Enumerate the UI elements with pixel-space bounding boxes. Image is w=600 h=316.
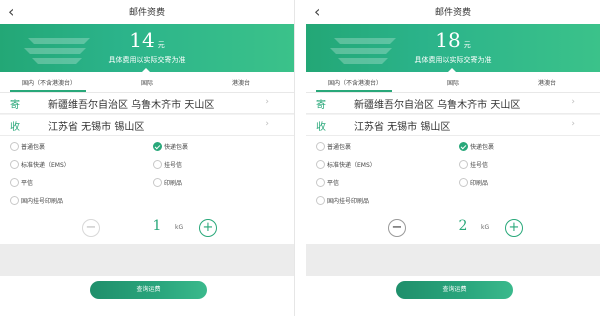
increase-button[interactable]: + [199, 219, 217, 237]
increase-button[interactable]: + [505, 219, 523, 237]
footer-bar: 查询运费 [0, 276, 294, 316]
chevron-right-icon: › [571, 97, 575, 107]
price-unit: 元 [463, 41, 471, 49]
weight-stepper: − 1 kG + [0, 212, 294, 244]
weight-stepper: − 2 kG + [306, 212, 600, 244]
footer-bar: 查询运费 [306, 276, 600, 316]
receiver-address-row[interactable]: 收 江苏省 无锡市 锡山区 › [0, 115, 294, 136]
tab-hk-macao-taiwan[interactable]: 港澳台 [538, 78, 556, 87]
receiver-tag: 收 [10, 122, 20, 133]
tab-domestic[interactable]: 国内（不含港澳台） [328, 78, 382, 87]
tab-international[interactable]: 国际 [141, 78, 153, 87]
fee-panel-left: ‹ 邮件资费 14 元 具体费用以实际交寄为准 国内（不含港澳台） 国际 港澳台 … [0, 0, 295, 316]
radio-icon [10, 178, 19, 187]
chevron-right-icon: › [265, 97, 269, 107]
tab-international[interactable]: 国际 [447, 78, 459, 87]
radio-icon [153, 178, 162, 187]
top-bar: ‹ 邮件资费 [306, 0, 600, 24]
mail-type-options: 普通包裹 快递包裹 标准快递（EMS） 挂号信 平信 印刷品 国内挂号印刷品 [0, 136, 294, 212]
query-fee-button[interactable]: 查询运费 [90, 281, 207, 299]
price-banner: 14 元 具体费用以实际交寄为准 [0, 24, 294, 72]
spacer [306, 244, 600, 276]
radio-icon [316, 178, 325, 187]
chevron-right-icon: › [571, 119, 575, 129]
page-title: 邮件资费 [434, 8, 471, 18]
price-banner: 18 元 具体费用以实际交寄为准 [306, 24, 600, 72]
price-value: 18 [435, 28, 461, 52]
radio-icon [316, 160, 325, 169]
page-title: 邮件资费 [128, 8, 165, 18]
radio-icon [459, 178, 468, 187]
active-tab-indicator [10, 90, 86, 92]
region-tabs: 国内（不含港澳台） 国际 港澳台 [0, 72, 294, 93]
spacer [0, 244, 294, 276]
price-note: 具体费用以实际交寄为准 [414, 56, 492, 64]
sender-address: 新疆维吾尔自治区 乌鲁木齐市 天山区 [48, 100, 215, 111]
radio-icon [10, 142, 19, 151]
receiver-address-row[interactable]: 收 江苏省 无锡市 锡山区 › [306, 115, 600, 136]
radio-icon [316, 196, 325, 205]
active-tab-indicator [316, 90, 392, 92]
price-value: 14 [129, 28, 155, 52]
receiver-address: 江苏省 无锡市 锡山区 [48, 122, 145, 133]
tab-hk-macao-taiwan[interactable]: 港澳台 [232, 78, 250, 87]
price-unit: 元 [157, 41, 165, 49]
radio-icon [316, 142, 325, 151]
sender-tag: 寄 [316, 100, 326, 111]
fee-panel-right: ‹ 邮件资费 18 元 具体费用以实际交寄为准 国内（不含港澳台） 国际 港澳台 … [306, 0, 600, 316]
decrease-button[interactable]: − [82, 219, 100, 237]
price-note: 具体费用以实际交寄为准 [108, 56, 186, 64]
quantity-unit: kG [175, 224, 184, 231]
receiver-address: 江苏省 无锡市 锡山区 [354, 122, 451, 133]
radio-icon [10, 160, 19, 169]
radio-icon [153, 160, 162, 169]
sender-tag: 寄 [10, 100, 20, 111]
sender-address: 新疆维吾尔自治区 乌鲁木齐市 天山区 [354, 100, 521, 111]
sender-address-row[interactable]: 寄 新疆维吾尔自治区 乌鲁木齐市 天山区 › [306, 93, 600, 114]
radio-icon [459, 160, 468, 169]
quantity-unit: kG [481, 224, 490, 231]
radio-checked-icon [153, 142, 162, 151]
sender-address-row[interactable]: 寄 新疆维吾尔自治区 乌鲁木齐市 天山区 › [0, 93, 294, 114]
tab-domestic[interactable]: 国内（不含港澳台） [22, 78, 76, 87]
decrease-button[interactable]: − [388, 219, 406, 237]
mail-type-options: 普通包裹 快递包裹 标准快递（EMS） 挂号信 平信 印刷品 国内挂号印刷品 [306, 136, 600, 212]
quantity-value[interactable]: 1 [147, 218, 167, 234]
radio-icon [10, 196, 19, 205]
query-fee-button[interactable]: 查询运费 [396, 281, 513, 299]
top-bar: ‹ 邮件资费 [0, 0, 294, 24]
radio-checked-icon [459, 142, 468, 151]
region-tabs: 国内（不含港澳台） 国际 港澳台 [306, 72, 600, 93]
receiver-tag: 收 [316, 122, 326, 133]
quantity-value[interactable]: 2 [453, 218, 473, 234]
chevron-right-icon: › [265, 119, 269, 129]
